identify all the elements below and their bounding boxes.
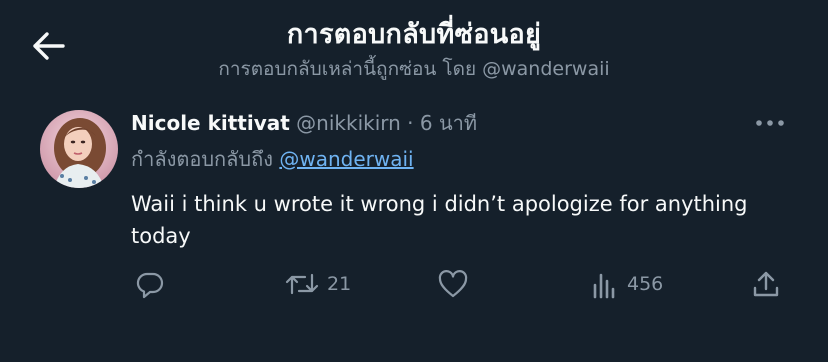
meta-separator: ·: [407, 111, 414, 135]
tweet-author-line: Nicole kittivat @nikkikirn · 6 นาที: [131, 110, 477, 136]
retweet-icon: [285, 273, 319, 295]
tweet[interactable]: Nicole kittivat @nikkikirn · 6 นาที กำลั…: [0, 96, 828, 362]
more-horizontal-icon: [756, 120, 784, 126]
more-options-button[interactable]: [752, 110, 788, 136]
author-name[interactable]: Nicole kittivat: [131, 111, 290, 135]
retweet-button[interactable]: 21: [285, 266, 351, 302]
tweet-actions: 21 456: [131, 266, 791, 302]
share-icon: [753, 271, 779, 297]
reply-prefix: กำลังตอบกลับถึง: [131, 147, 273, 171]
like-button[interactable]: [437, 266, 477, 302]
views-button[interactable]: 456: [591, 266, 663, 302]
avatar-image: [40, 110, 118, 188]
heart-icon: [438, 270, 468, 298]
page-subtitle: การตอบกลับเหล่านี้ถูกซ่อน โดย @wanderwai…: [218, 58, 610, 80]
tweet-time[interactable]: 6 นาที: [420, 111, 477, 135]
author-handle[interactable]: @nikkikirn: [296, 111, 401, 135]
hidden-replies-screen: การตอบกลับที่ซ่อนอยู่ การตอบกลับเหล่านี้…: [0, 0, 828, 362]
reply-to-handle[interactable]: @wanderwaii: [279, 147, 413, 171]
views-icon: [593, 273, 615, 299]
avatar[interactable]: [40, 110, 118, 188]
views-count: 456: [627, 273, 664, 295]
page-title: การตอบกลับที่ซ่อนอยู่: [286, 19, 542, 50]
tweet-text: Waii i think u wrote it wrong i didn’t a…: [131, 192, 748, 248]
reply-icon: [136, 272, 164, 299]
reply-button[interactable]: [135, 266, 173, 302]
share-button[interactable]: [751, 266, 789, 302]
reply-context: กำลังตอบกลับถึง @wanderwaii: [131, 146, 414, 172]
retweet-count: 21: [327, 273, 352, 295]
